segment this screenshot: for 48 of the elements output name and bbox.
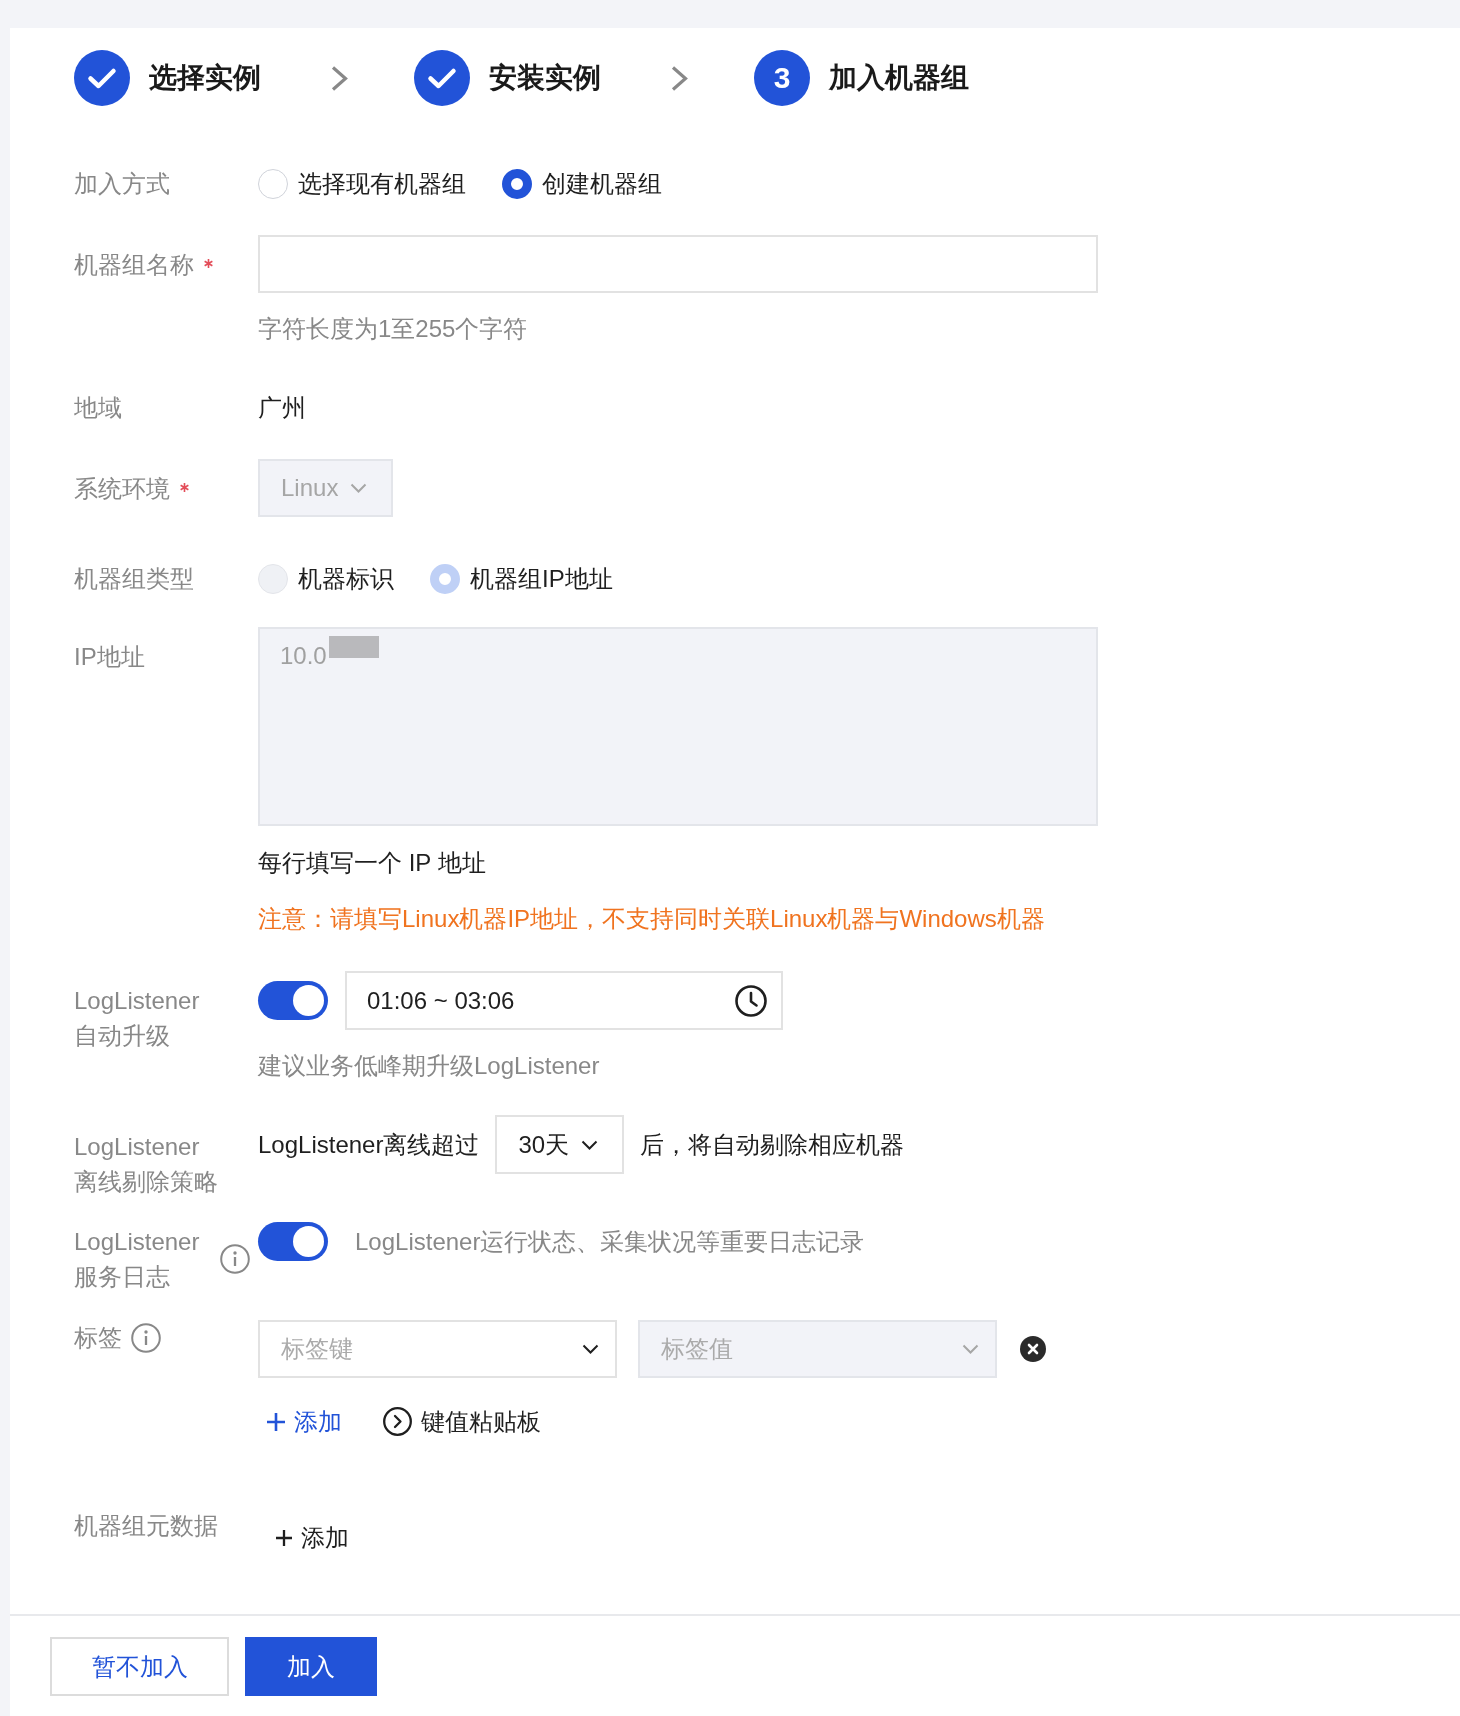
chevron-right-icon — [670, 64, 689, 92]
add-button[interactable]: 添加 — [276, 1520, 349, 1555]
help-text: 每行填写一个 IP 地址 — [258, 848, 486, 878]
step-title: 选择实例 — [149, 61, 261, 95]
toggle-switch[interactable] — [258, 1222, 328, 1261]
time-range-field[interactable]: 01:06 ~ 03:06 — [345, 971, 783, 1030]
plus-icon — [276, 1529, 292, 1546]
step-title: 安装实例 — [489, 61, 601, 95]
field-label: 加入方式 — [74, 169, 170, 199]
field-label: 机器组类型 — [74, 564, 194, 594]
chevron-down-icon — [582, 1344, 599, 1354]
chevron-down-icon — [962, 1344, 979, 1354]
field-label: LogListener服务日志 — [74, 1227, 201, 1292]
join-button[interactable]: 加入 — [245, 1637, 377, 1696]
field-label: LogListener自动升级 — [74, 986, 201, 1051]
field-label: 机器组元数据 — [74, 1511, 218, 1541]
field-label: IP地址 — [74, 642, 145, 672]
help-text: 字符长度为1至255个字符 — [258, 314, 528, 344]
info-icon[interactable] — [131, 1322, 161, 1353]
help-text: 建议业务低峰期升级LogListener — [258, 1051, 600, 1081]
step-title: 加入机器组 — [829, 61, 969, 95]
inline-text: LogListener离线超过 — [258, 1130, 480, 1160]
close-icon[interactable] — [1020, 1336, 1046, 1362]
description-text: LogListener运行状态、采集状况等重要日志记录 — [355, 1227, 865, 1257]
field-label: 系统环境 — [74, 474, 170, 504]
step-number: 3 — [754, 50, 810, 106]
chevron-circle-icon — [383, 1407, 412, 1436]
clock-icon — [735, 984, 767, 1017]
radio-option[interactable]: 选择现有机器组 — [258, 166, 466, 202]
field-label: 标签 — [74, 1323, 122, 1353]
field-label: LogListener离线剔除策略 — [74, 1132, 219, 1197]
add-link[interactable]: 添加 — [267, 1404, 342, 1439]
region-value: 广州 — [258, 393, 306, 423]
chevron-down-icon — [581, 1139, 599, 1150]
plus-icon — [267, 1412, 285, 1431]
toggle-switch[interactable] — [258, 981, 328, 1020]
text-input-field[interactable] — [258, 235, 1098, 293]
paste-link[interactable]: 键值粘贴板 — [383, 1404, 541, 1439]
radio-option[interactable]: 创建机器组 — [502, 166, 662, 202]
skip-button[interactable]: 暂不加入 — [50, 1637, 229, 1696]
warning-text: 注意：请填写Linux机器IP地址，不支持同时关联Linux机器与Windows机器 — [258, 904, 1045, 934]
field-label: 机器组名称 — [74, 250, 194, 280]
chevron-down-icon — [350, 483, 367, 493]
info-icon[interactable] — [220, 1244, 250, 1274]
chevron-right-icon — [330, 64, 349, 92]
field-label: 地域 — [74, 393, 122, 423]
days-select[interactable]: 30天 — [495, 1115, 625, 1174]
inline-text: 后，将自动剔除相应机器 — [640, 1130, 905, 1160]
